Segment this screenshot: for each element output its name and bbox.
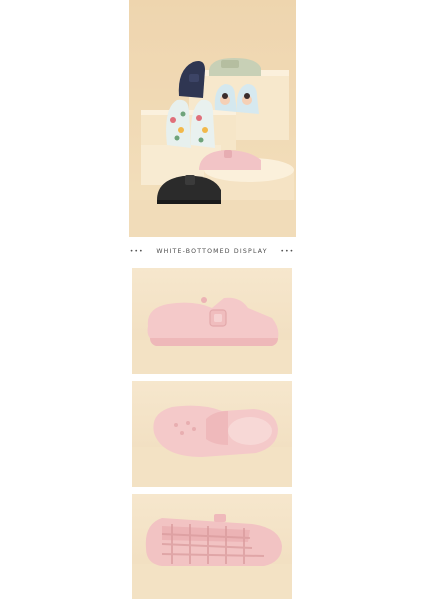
side-view-photo bbox=[132, 268, 292, 374]
top-view-illustration bbox=[132, 405, 292, 487]
lineup-photo bbox=[129, 0, 296, 237]
sole-view-illustration bbox=[132, 514, 292, 599]
section-heading: ••• WHITE-BOTTOMED DISPLAY ••• bbox=[0, 248, 424, 255]
side-view-illustration bbox=[132, 297, 292, 374]
heading-dots-right: ••• bbox=[280, 248, 295, 255]
pink-clog-sole bbox=[145, 514, 282, 566]
heading-text: WHITE-BOTTOMED DISPLAY bbox=[156, 248, 268, 255]
pink-clog-side bbox=[147, 297, 279, 346]
sole-view-photo bbox=[132, 494, 292, 599]
top-view-photo bbox=[132, 381, 292, 487]
pink-clog-top bbox=[153, 405, 278, 457]
heading-dots-left: ••• bbox=[129, 248, 144, 255]
lineup-illustration bbox=[129, 0, 296, 237]
